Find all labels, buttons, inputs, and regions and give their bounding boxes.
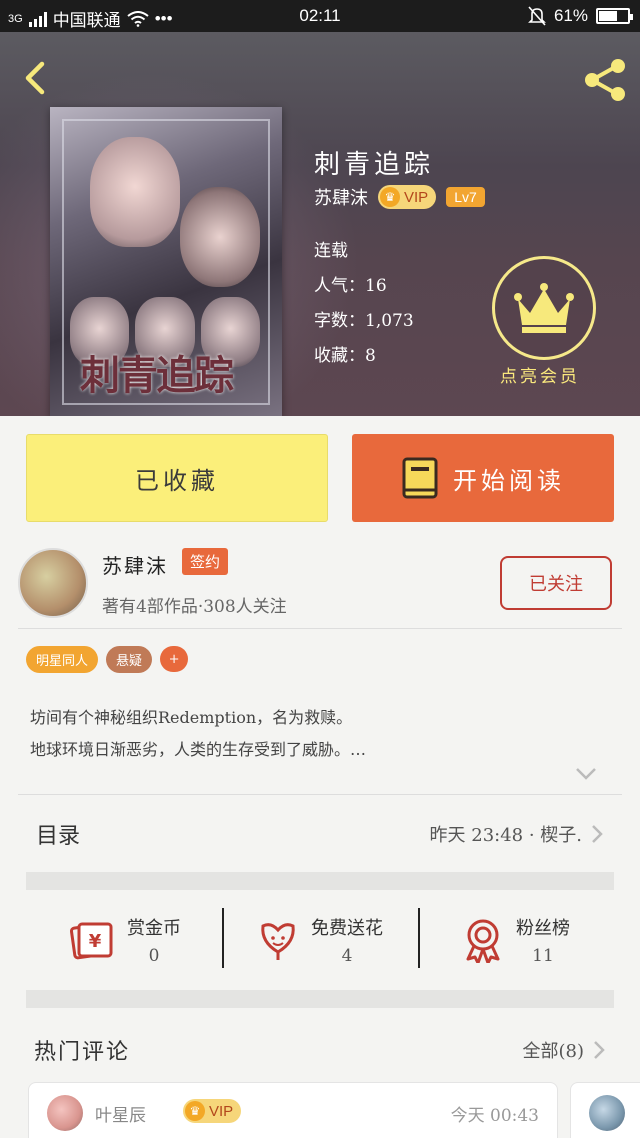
toc-latest: 昨天 23:48 · 楔子. [430,821,604,847]
crown-icon: ♛ [380,187,400,207]
follow-button[interactable]: 已关注 [500,556,612,610]
cover-portrait-second [180,187,260,287]
book-description: 坊间有个神秘组织Redemption，名为救赎。 地球环境日渐恶劣，人类的生存受… [30,702,610,766]
cover-portrait-main [90,137,180,247]
fan-ranking-button[interactable]: 粉丝榜 11 [418,890,614,990]
favorited-label: 已收藏 [135,466,219,495]
mute-bell-icon [528,6,546,26]
flower-icon [261,923,295,960]
chevron-left-icon [25,61,45,95]
cover-title: 刺青追踪 [80,352,234,399]
book-author-row: 苏肆沫 ♛ VIP Lv7 [314,184,485,210]
divider [18,794,622,795]
stat-label: 免费送花 [311,918,383,939]
crown-icon [514,283,574,333]
book-meta: 连载 人气：16 字数：1,073 收藏：8 [314,234,414,374]
all-comments-label: 全部(8) [522,1041,585,1062]
reward-coins-button[interactable]: ¥ 赏金币 0 [26,890,222,990]
book-cover[interactable]: 刺青追踪 [50,107,282,416]
battery-percent: 61% [553,6,588,25]
member-button[interactable] [492,256,596,360]
toc-label: 目录 [36,824,81,849]
comment-card[interactable] [570,1082,640,1138]
status-right: 61% [528,6,633,26]
book-word-count: 字数：1,073 [314,311,414,331]
book-icon [402,457,438,499]
table-of-contents-row[interactable]: 目录 昨天 23:48 · 楔子. [26,796,614,872]
commenter-name[interactable]: 叶星辰 [95,1101,146,1126]
stat-value: 0 [148,946,160,966]
author-avatar[interactable] [18,548,88,618]
favorited-button[interactable]: 已收藏 [26,434,328,522]
section-separator [26,990,614,1008]
description-line: 坊间有个神秘组织Redemption，名为救赎。 [30,708,353,727]
stat-value: 11 [532,946,554,966]
comments-header: 热门评论 全部(8) [26,1020,614,1080]
back-button[interactable] [16,58,56,98]
tag-item[interactable]: 明星同人 [26,646,99,673]
signed-tag: 签约 [182,548,229,575]
vip-label: VIP [209,1102,234,1120]
chevron-right-icon [594,1041,605,1059]
comment-time: 今天 00:43 [450,1106,539,1126]
follow-label: 已关注 [529,574,583,595]
book-popularity: 人气：16 [314,276,387,296]
section-separator [26,872,614,890]
expand-button[interactable] [574,766,598,782]
author-name[interactable]: 苏肆沫 [102,550,168,579]
send-flower-button[interactable]: 免费送花 4 [222,890,418,990]
tag-item[interactable]: 悬疑 [106,646,153,673]
svg-text:¥: ¥ [89,931,102,952]
chevron-right-icon [592,825,603,843]
share-button[interactable] [580,56,630,104]
add-tag-button[interactable]: + [160,646,189,672]
commenter-avatar[interactable] [47,1095,83,1131]
book-header: 刺青追踪 刺青追踪 苏肆沫 ♛ VIP Lv7 连载 人气：16 字数：1,07… [0,32,640,416]
stat-label: 粉丝榜 [516,918,570,939]
book-title: 刺青追踪 [314,150,435,180]
vip-badge: ♛ VIP [183,1099,242,1123]
start-reading-button[interactable]: 开始阅读 [352,434,614,522]
author-stats: 著有4部作品·308人关注 [102,597,287,617]
chevron-down-icon [576,768,596,780]
vip-label: VIP [404,188,429,206]
all-comments-link[interactable]: 全部(8) [523,1037,607,1063]
tag-list: 明星同人 悬疑 + [26,646,189,673]
stat-value: 4 [341,946,353,966]
member-label: 点亮会员 [500,367,580,387]
red-envelope-icon: ¥ [69,922,113,960]
comment-card[interactable]: 叶星辰 ♛ VIP 今天 00:43 [28,1082,558,1138]
commenter-avatar[interactable] [589,1095,625,1131]
divider [18,628,622,629]
level-badge: Lv7 [446,187,485,207]
stat-label: 赏金币 [127,918,181,939]
book-status: 连载 [314,241,348,261]
toc-latest-chapter: 昨天 23:48 · 楔子. [429,825,582,846]
description-line: 地球环境日渐恶劣，人类的生存受到了威胁。… [30,740,367,759]
battery-fill [599,11,618,21]
vip-badge: ♛ VIP [378,185,437,209]
reader-actions: ¥ 赏金币 0 免费送花 4 粉丝榜 11 [26,890,614,990]
status-bar: 3G 中国联通 ••• 02:11 61% [0,0,640,32]
book-author-name[interactable]: 苏肆沫 [314,184,368,210]
comments-heading: 热门评论 [34,1040,131,1065]
award-ribbon-icon [466,919,500,963]
start-reading-label: 开始阅读 [453,466,565,495]
share-icon [585,59,625,101]
battery-icon [596,8,633,24]
crown-icon: ♛ [185,1101,205,1121]
book-favorites: 收藏：8 [314,346,376,366]
